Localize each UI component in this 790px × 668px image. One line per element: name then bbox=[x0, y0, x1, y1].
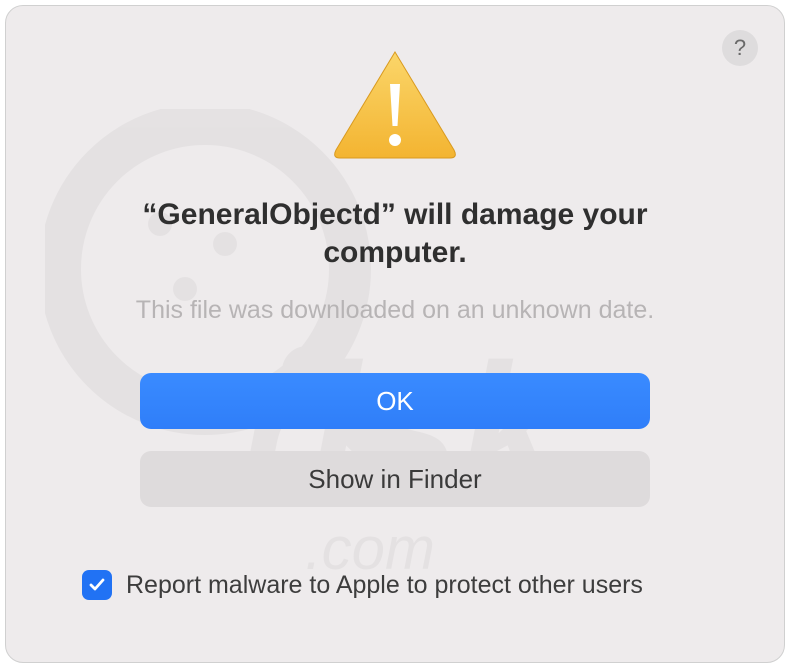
report-malware-row: Report malware to Apple to protect other… bbox=[82, 570, 643, 600]
alert-dialog: risk .com ? “GeneralObjectd” will da bbox=[5, 5, 785, 663]
dialog-subtitle: This file was downloaded on an unknown d… bbox=[136, 296, 654, 325]
report-malware-label: Report malware to Apple to protect other… bbox=[126, 571, 643, 600]
button-group: OK Show in Finder bbox=[140, 373, 650, 507]
help-icon-label: ? bbox=[734, 35, 746, 61]
warning-icon bbox=[330, 46, 460, 161]
report-malware-checkbox[interactable] bbox=[82, 570, 112, 600]
ok-button[interactable]: OK bbox=[140, 373, 650, 429]
show-in-finder-button[interactable]: Show in Finder bbox=[140, 451, 650, 507]
checkmark-icon bbox=[87, 575, 107, 595]
dialog-title: “GeneralObjectd” will damage your comput… bbox=[115, 196, 675, 271]
help-button[interactable]: ? bbox=[722, 30, 758, 66]
dialog-content: “GeneralObjectd” will damage your comput… bbox=[44, 36, 746, 632]
